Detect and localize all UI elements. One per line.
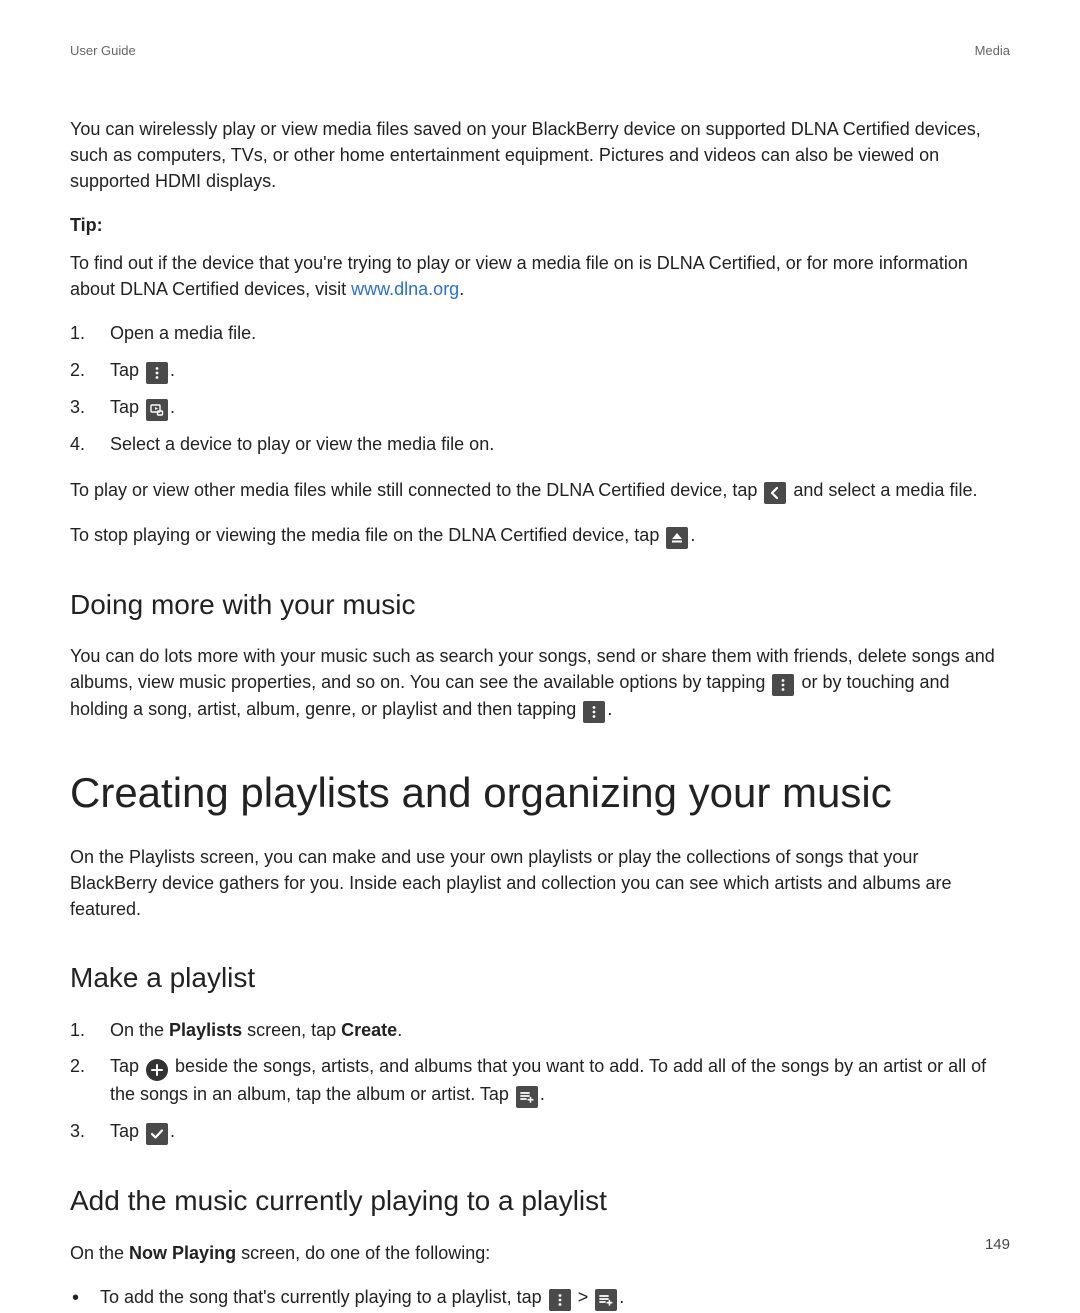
ac-c: screen, do one of the following: [236,1243,490,1263]
play-other-before: To play or view other media files while … [70,480,762,500]
mp1-playlists-bold: Playlists [169,1020,242,1040]
add-current-list: To add the song that's currently playing… [70,1284,1010,1311]
stop-playing-before: To stop playing or viewing the media fil… [70,525,664,545]
intro-paragraph: You can wirelessly play or view media fi… [70,116,1010,194]
dlna-steps-list: Open a media file. Tap . Tap . Select a … [70,320,1010,456]
stop-playing-after: . [690,525,695,545]
header-left: User Guide [70,42,136,61]
play-on-icon [146,399,168,421]
step-3-after: . [170,397,175,417]
play-other-paragraph: To play or view other media files while … [70,477,1010,504]
now-playing-bold: Now Playing [129,1243,236,1263]
mp1-e: . [397,1020,402,1040]
page-header: User Guide Media [70,42,1010,61]
make-playlist-steps: On the Playlists screen, tap Create. Tap… [70,1017,1010,1145]
mp1-create-bold: Create [341,1020,397,1040]
more-options-icon [549,1289,571,1311]
add-current-item: To add the song that's currently playing… [70,1284,1010,1311]
add-current-paragraph: On the Now Playing screen, do one of the… [70,1240,1010,1266]
step-1: Open a media file. [70,320,1010,346]
mp-step-1: On the Playlists screen, tap Create. [70,1017,1010,1043]
ac-a: On the [70,1243,129,1263]
add-to-playlist-icon [516,1086,538,1108]
step-2-before: Tap [110,360,144,380]
mp-step-2: Tap beside the songs, artists, and album… [70,1053,1010,1108]
ac-li-after: . [619,1287,624,1307]
play-other-after: and select a media file. [788,480,977,500]
add-to-playlist-icon [595,1289,617,1311]
tip-text-before: To find out if the device that you're tr… [70,253,968,299]
tip-text-after: . [459,279,464,299]
step-2-after: . [170,360,175,380]
ac-li-mid: > [573,1287,594,1307]
tip-paragraph: To find out if the device that you're tr… [70,250,1010,302]
mp2-mid: beside the songs, artists, and albums th… [110,1056,986,1104]
mp2-after: . [540,1084,545,1104]
dlna-link[interactable]: www.dlna.org [351,279,459,299]
more-options-icon [146,362,168,384]
add-current-heading: Add the music currently playing to a pla… [70,1181,1010,1222]
more-options-icon [772,674,794,696]
mp1-a: On the [110,1020,169,1040]
page-number: 149 [985,1234,1010,1256]
step-4: Select a device to play or view the medi… [70,431,1010,457]
doing-more-after: . [607,699,612,719]
header-right: Media [975,42,1010,61]
checkmark-icon [146,1123,168,1145]
make-playlist-heading: Make a playlist [70,958,1010,999]
step-2: Tap . [70,357,1010,384]
add-icon [146,1059,168,1081]
eject-icon [666,527,688,549]
step-1-text: Open a media file. [110,323,256,343]
step-3: Tap . [70,394,1010,421]
tip-label: Tip: [70,212,1010,238]
more-options-icon [583,701,605,723]
doing-more-heading: Doing more with your music [70,585,1010,626]
creating-playlists-heading: Creating playlists and organizing your m… [70,763,1010,824]
mp-step-3: Tap . [70,1118,1010,1145]
ac-li-before: To add the song that's currently playing… [100,1287,547,1307]
doing-more-paragraph: You can do lots more with your music suc… [70,643,1010,723]
mp1-c: screen, tap [242,1020,341,1040]
back-icon [764,482,786,504]
mp2-before: Tap [110,1056,144,1076]
creating-playlists-paragraph: On the Playlists screen, you can make an… [70,844,1010,922]
mp3-before: Tap [110,1121,144,1141]
mp3-after: . [170,1121,175,1141]
step-3-before: Tap [110,397,144,417]
step-4-text: Select a device to play or view the medi… [110,434,494,454]
stop-playing-paragraph: To stop playing or viewing the media fil… [70,522,1010,549]
